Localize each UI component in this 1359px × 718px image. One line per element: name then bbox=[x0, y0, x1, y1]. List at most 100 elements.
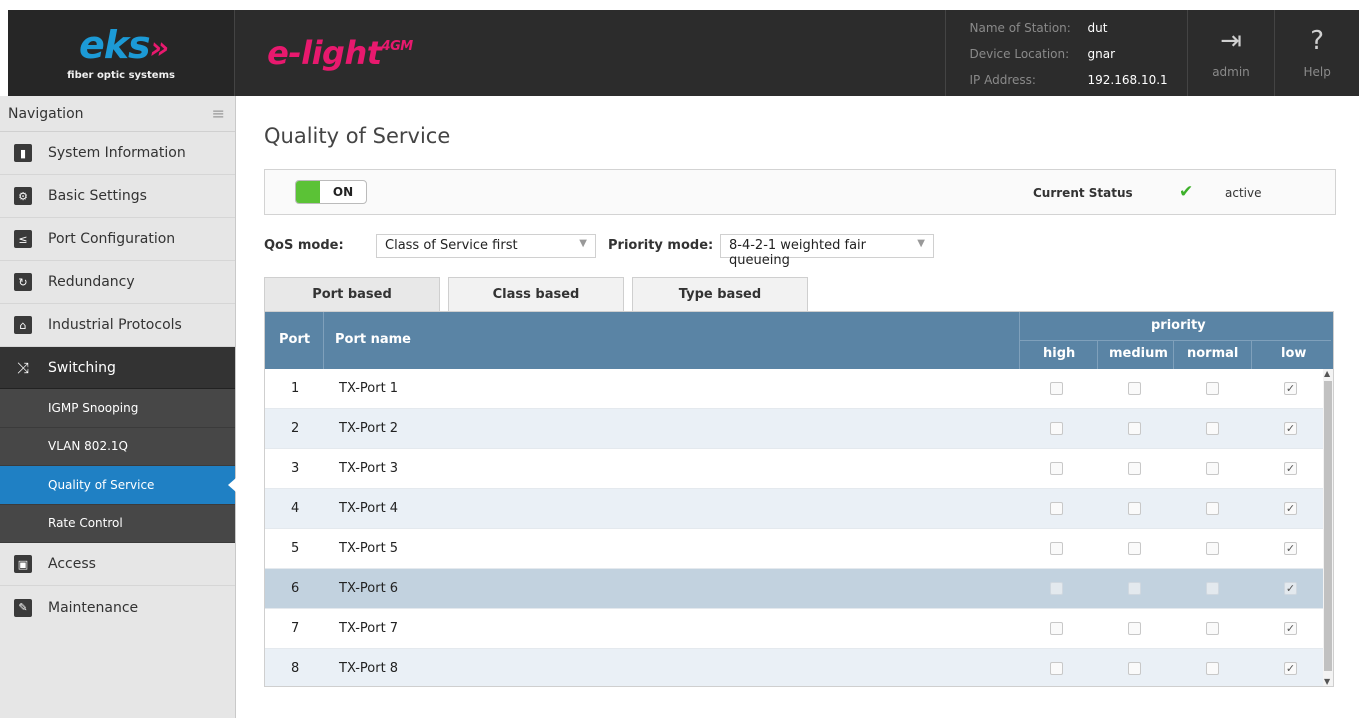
table-row: 6 TX-Port 6 ✓ bbox=[265, 569, 1333, 609]
header-bar: eks» fiber optic systems e-light4GM Name… bbox=[8, 10, 1359, 96]
sidebar-item-access[interactable]: ▣ Access bbox=[0, 543, 235, 586]
priority-medium-checkbox[interactable] bbox=[1128, 662, 1141, 675]
priority-normal-checkbox[interactable] bbox=[1206, 662, 1219, 675]
nav-header: Navigation ≡ bbox=[0, 96, 235, 132]
tab-label: Class based bbox=[492, 287, 580, 302]
sidebar-item-switching[interactable]: ⤨ Switching bbox=[0, 347, 235, 389]
priority-medium-checkbox[interactable] bbox=[1128, 422, 1141, 435]
qos-enable-toggle[interactable]: ON bbox=[295, 180, 367, 204]
port-number: 7 bbox=[291, 621, 300, 636]
logo-arrows: » bbox=[149, 30, 169, 66]
main-content: Quality of Service ON Current Status ✔ a… bbox=[264, 96, 1336, 687]
sidebar-subitem-igmp-snooping[interactable]: IGMP Snooping bbox=[0, 389, 235, 428]
shuffle-icon: ⤨ bbox=[16, 358, 29, 377]
priority-low-checkbox[interactable]: ✓ bbox=[1284, 662, 1297, 675]
priority-low-checkbox[interactable]: ✓ bbox=[1284, 542, 1297, 555]
wrench-icon: ✎ bbox=[14, 598, 32, 617]
tab-port-based[interactable]: Port based bbox=[264, 277, 440, 311]
priority-high-checkbox[interactable] bbox=[1050, 422, 1063, 435]
ip-address-label: IP Address: bbox=[969, 73, 1036, 87]
priority-mode-select[interactable]: 8-4-2-1 weighted fair queueing ▼ bbox=[720, 234, 934, 268]
priority-high-checkbox[interactable] bbox=[1050, 582, 1063, 595]
priority-high-checkbox[interactable] bbox=[1050, 662, 1063, 675]
bar-chart-icon: ▮ bbox=[14, 144, 32, 162]
priority-medium-checkbox[interactable] bbox=[1128, 582, 1141, 595]
ip-address-value: 192.168.10.1 bbox=[1087, 73, 1168, 87]
page-title: Quality of Service bbox=[264, 124, 451, 148]
sidebar-item-redundancy[interactable]: ↻ Redundancy bbox=[0, 261, 235, 304]
table-header: Port Port name priority high medium norm… bbox=[265, 312, 1333, 369]
priority-normal-checkbox[interactable] bbox=[1206, 582, 1219, 595]
priority-low-checkbox[interactable]: ✓ bbox=[1284, 582, 1297, 595]
priority-normal-checkbox[interactable] bbox=[1206, 422, 1219, 435]
sidebar-item-label: System Information bbox=[48, 145, 186, 161]
priority-normal-checkbox[interactable] bbox=[1206, 382, 1219, 395]
priority-high-checkbox[interactable] bbox=[1050, 382, 1063, 395]
sidebar-item-basic-settings[interactable]: ⚙ Basic Settings bbox=[0, 175, 235, 218]
priority-high-checkbox[interactable] bbox=[1050, 502, 1063, 515]
menu-toggle-icon[interactable]: ≡ bbox=[212, 104, 225, 123]
app: eks» fiber optic systems e-light4GM Name… bbox=[0, 0, 1359, 718]
chevron-down-icon: ▼ bbox=[579, 238, 587, 249]
qos-mode-label: QoS mode: bbox=[264, 238, 344, 253]
table-row: 3 TX-Port 3 ✓ bbox=[265, 449, 1333, 489]
priority-normal-checkbox[interactable] bbox=[1206, 502, 1219, 515]
scrollbar-thumb[interactable] bbox=[1324, 381, 1332, 671]
priority-medium-checkbox[interactable] bbox=[1128, 502, 1141, 515]
priority-normal-checkbox[interactable] bbox=[1206, 462, 1219, 475]
sidebar-item-maintenance[interactable]: ✎ Maintenance bbox=[0, 586, 235, 629]
priority-low-checkbox[interactable]: ✓ bbox=[1284, 422, 1297, 435]
port-number: 8 bbox=[291, 661, 300, 676]
logout-label: admin bbox=[1212, 65, 1250, 79]
logo-subtitle: fiber optic systems bbox=[67, 69, 175, 81]
company-logo: eks» fiber optic systems bbox=[8, 10, 236, 96]
station-info: Name of Station: dut Device Location: gn… bbox=[944, 10, 1188, 96]
qos-tabs: Port based Class based Type based bbox=[264, 277, 1336, 311]
device-location-label: Device Location: bbox=[969, 47, 1070, 61]
sidebar-item-system-information[interactable]: ▮ System Information bbox=[0, 132, 235, 175]
qos-mode-select[interactable]: Class of Service first ▼ bbox=[376, 234, 596, 258]
priority-medium-checkbox[interactable] bbox=[1128, 622, 1141, 635]
sidebar-subitem-rate-control[interactable]: Rate Control bbox=[0, 504, 235, 543]
header-divider bbox=[323, 312, 324, 369]
priority-high-checkbox[interactable] bbox=[1050, 462, 1063, 475]
col-low-header: low bbox=[1281, 346, 1307, 361]
port-name: TX-Port 2 bbox=[339, 421, 399, 436]
priority-high-checkbox[interactable] bbox=[1050, 622, 1063, 635]
priority-low-checkbox[interactable]: ✓ bbox=[1284, 382, 1297, 395]
priority-high-checkbox[interactable] bbox=[1050, 542, 1063, 555]
sidebar-subitem-vlan[interactable]: VLAN 802.1Q bbox=[0, 427, 235, 466]
priority-low-checkbox[interactable]: ✓ bbox=[1284, 502, 1297, 515]
table-row: 2 TX-Port 2 ✓ bbox=[265, 409, 1333, 449]
help-icon: ? bbox=[1310, 26, 1325, 56]
table-row: 4 TX-Port 4 ✓ bbox=[265, 489, 1333, 529]
scroll-up-icon[interactable]: ▲ bbox=[1324, 369, 1330, 378]
port-name: TX-Port 8 bbox=[339, 661, 399, 676]
lock-icon: ▣ bbox=[14, 555, 32, 573]
priority-medium-checkbox[interactable] bbox=[1128, 542, 1141, 555]
tab-type-based[interactable]: Type based bbox=[632, 277, 808, 311]
table-row: 7 TX-Port 7 ✓ bbox=[265, 609, 1333, 649]
priority-low-checkbox[interactable]: ✓ bbox=[1284, 462, 1297, 475]
logout-button[interactable]: ⇥ admin bbox=[1188, 10, 1276, 96]
sidebar-item-port-configuration[interactable]: ≤ Port Configuration bbox=[0, 218, 235, 261]
mode-row: QoS mode: Class of Service first ▼ Prior… bbox=[264, 234, 1336, 268]
sidebar-item-label: Industrial Protocols bbox=[48, 317, 182, 333]
scroll-down-icon[interactable]: ▼ bbox=[1324, 677, 1330, 686]
table-scrollbar[interactable]: ▲ ▼ bbox=[1323, 369, 1333, 686]
nav-heading: Navigation bbox=[8, 105, 84, 122]
port-priority-table: Port Port name priority high medium norm… bbox=[264, 311, 1334, 687]
tab-class-based[interactable]: Class based bbox=[448, 277, 624, 311]
help-button[interactable]: ? Help bbox=[1275, 10, 1359, 96]
priority-medium-checkbox[interactable] bbox=[1128, 462, 1141, 475]
priority-low-checkbox[interactable]: ✓ bbox=[1284, 622, 1297, 635]
priority-normal-checkbox[interactable] bbox=[1206, 622, 1219, 635]
sidebar-subitem-quality-of-service[interactable]: Quality of Service bbox=[0, 466, 236, 505]
sidebar-item-industrial-protocols[interactable]: ⌂ Industrial Protocols bbox=[0, 304, 235, 347]
port-number: 6 bbox=[291, 581, 300, 596]
col-high-header: high bbox=[1043, 346, 1076, 361]
priority-normal-checkbox[interactable] bbox=[1206, 542, 1219, 555]
logout-icon: ⇥ bbox=[1220, 26, 1242, 56]
priority-medium-checkbox[interactable] bbox=[1128, 382, 1141, 395]
col-port-header: Port bbox=[279, 332, 311, 347]
